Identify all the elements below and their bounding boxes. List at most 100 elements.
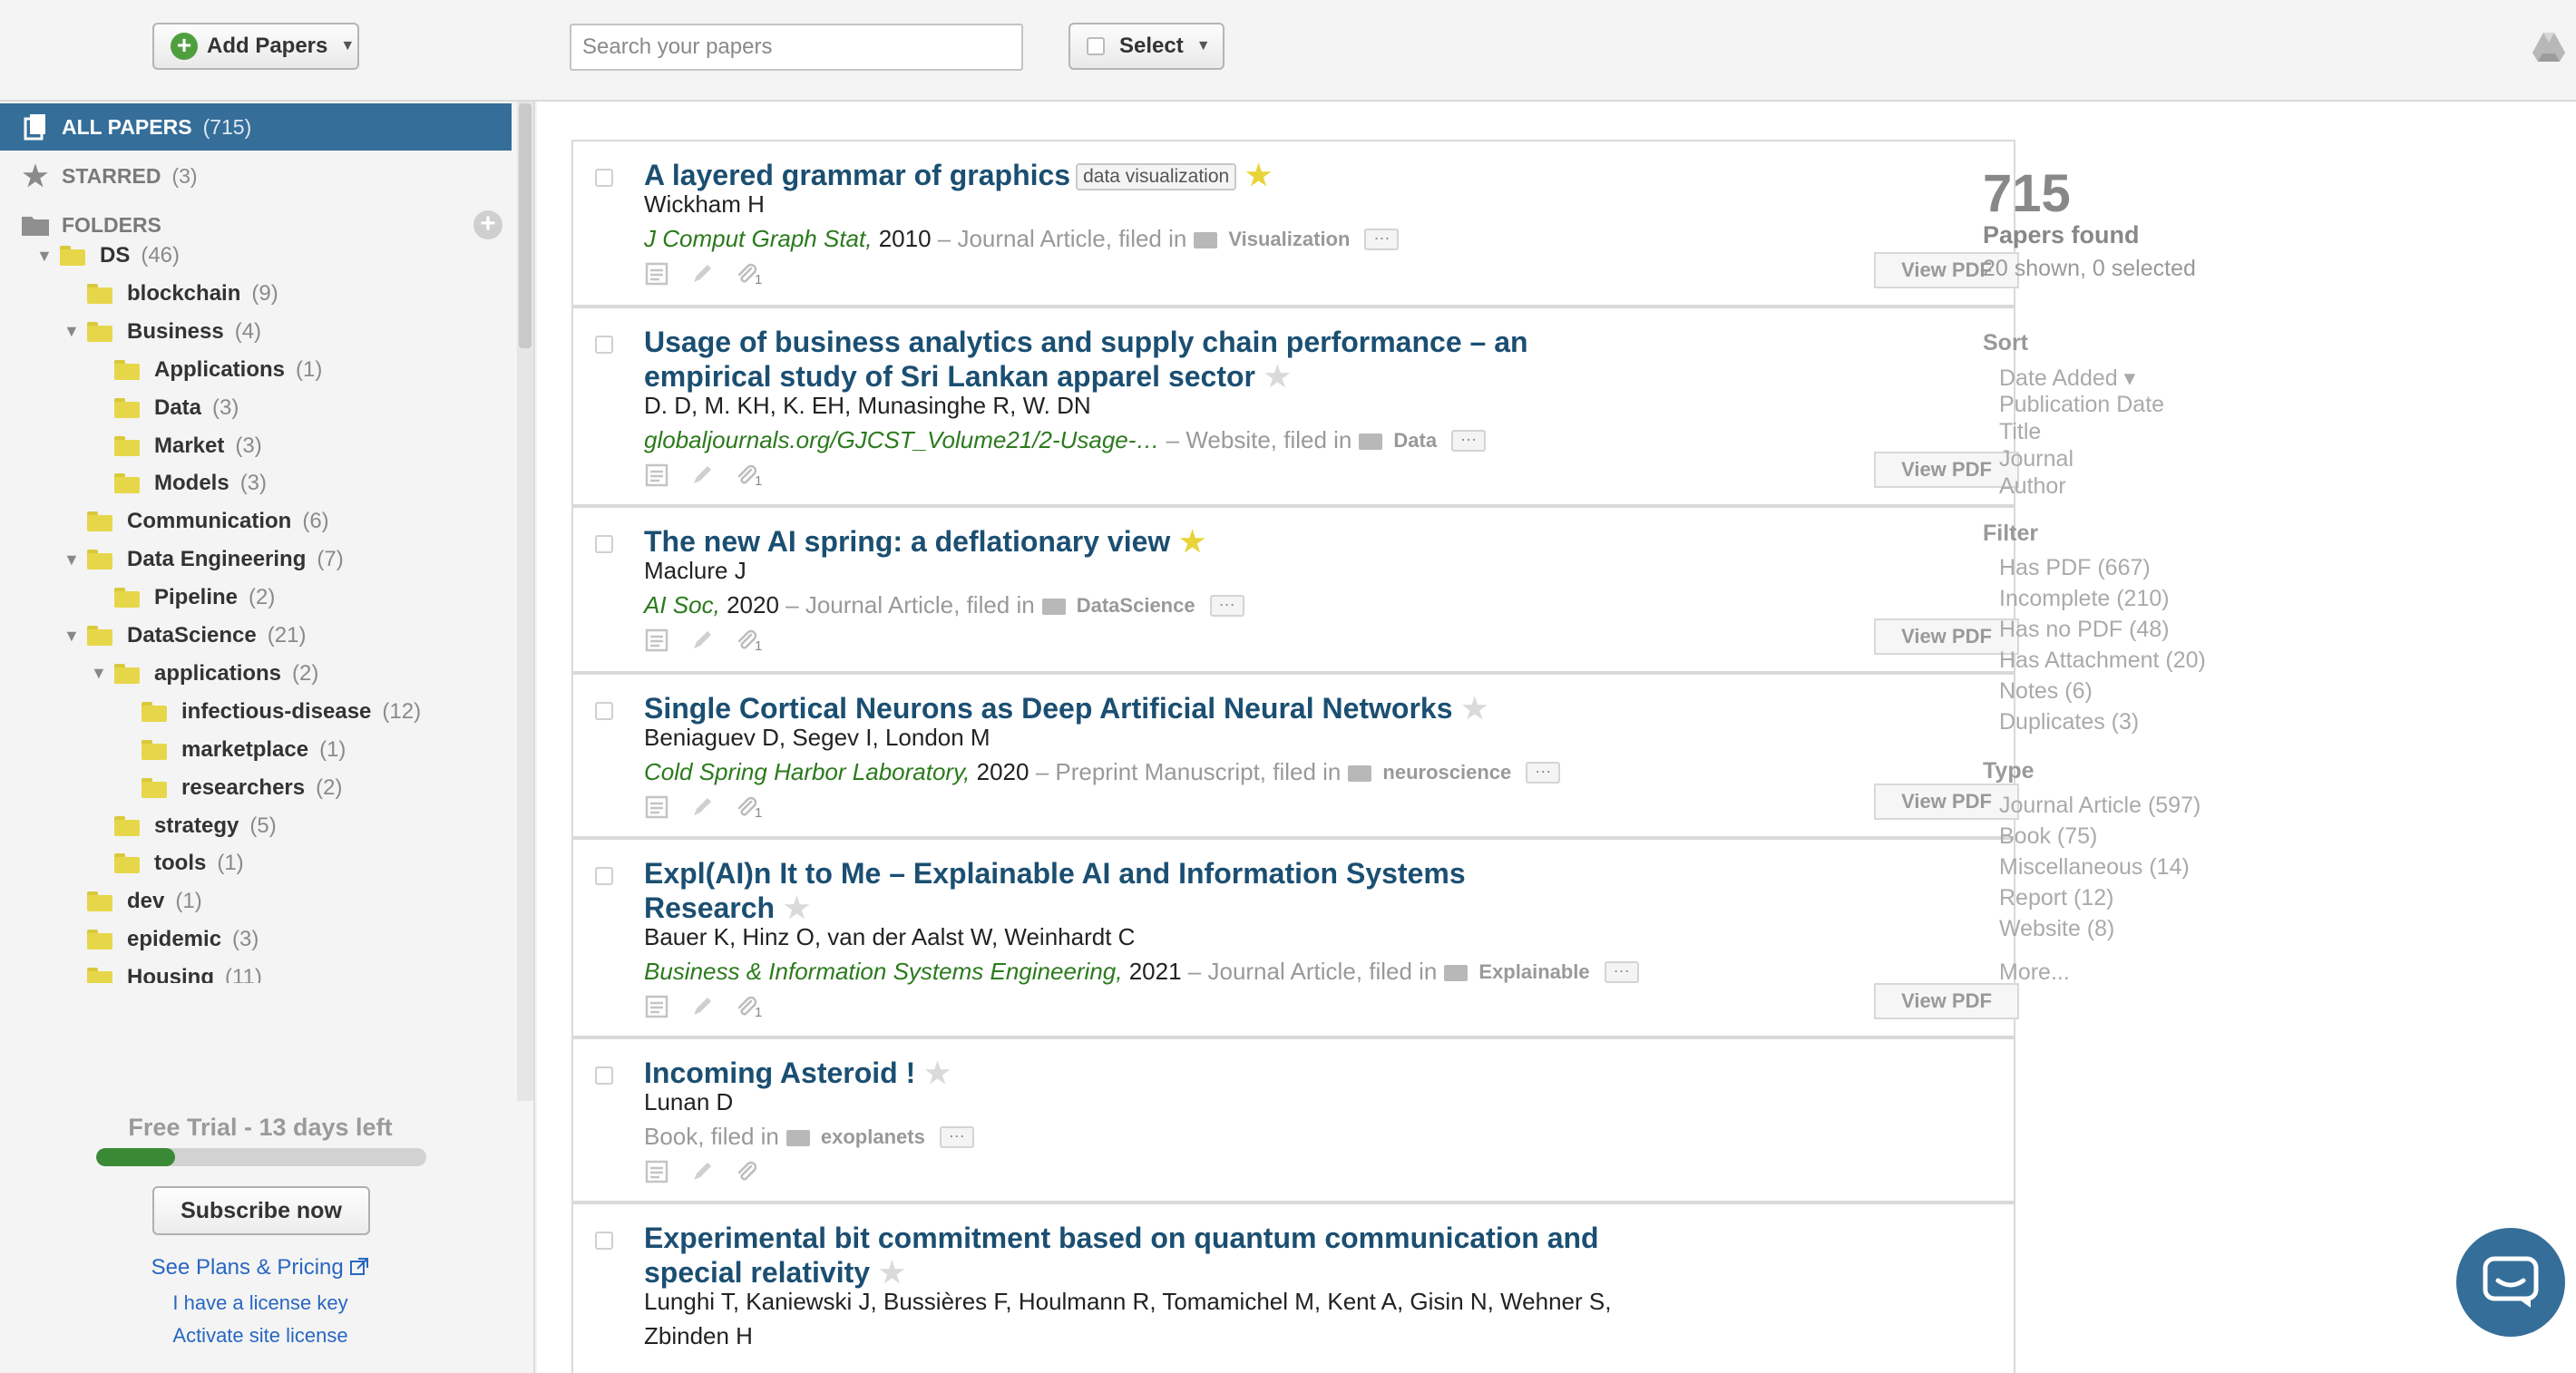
folder-item[interactable]: blockchain (9) — [63, 276, 278, 312]
paper-checkbox[interactable] — [595, 867, 613, 885]
paper-title[interactable]: Experimental bit commitment based on qua… — [644, 1221, 1599, 1255]
folder-item[interactable]: Models (3) — [91, 465, 267, 501]
notes-icon[interactable] — [644, 794, 669, 820]
folder-item[interactable]: epidemic (3) — [63, 921, 259, 958]
paper-card[interactable]: Experimental bit commitment based on qua… — [571, 1203, 2015, 1373]
attachment-icon[interactable]: 1 — [735, 261, 762, 287]
expand-triangle-icon[interactable]: ▼ — [63, 627, 87, 646]
more-options-button[interactable]: ··· — [939, 1125, 974, 1148]
folder-item[interactable]: Housing (11) — [63, 959, 262, 983]
paper-tag[interactable]: data visualization — [1076, 163, 1237, 190]
expand-triangle-icon[interactable]: ▼ — [36, 247, 60, 266]
star-icon[interactable]: ★ — [1264, 360, 1291, 393]
sort-option[interactable]: Author — [1999, 473, 2066, 500]
pencil-icon[interactable] — [689, 1159, 715, 1184]
notes-icon[interactable] — [644, 463, 669, 488]
filter-option[interactable]: Notes (6) — [1999, 678, 2093, 705]
paper-card[interactable]: Single Cortical Neurons as Deep Artifici… — [571, 673, 2019, 838]
paper-folder[interactable]: Visualization — [1228, 228, 1350, 251]
folder-item[interactable]: ▼ Business (4) — [63, 314, 261, 350]
license-key-link[interactable]: I have a license key — [0, 1291, 521, 1315]
paper-folder[interactable]: exoplanets — [821, 1125, 925, 1149]
sort-option[interactable]: Date Added ▾ — [1999, 365, 2135, 392]
more-options-button[interactable]: ··· — [1526, 761, 1561, 784]
paper-title[interactable]: A layered grammar of graphics data visual… — [644, 158, 1272, 192]
type-option[interactable]: Journal Article (597) — [1999, 793, 2200, 819]
sort-option[interactable]: Title — [1999, 419, 2041, 445]
star-icon[interactable]: ★ — [1462, 692, 1488, 725]
view-pdf-button[interactable]: View PDF — [1874, 983, 2019, 1019]
paper-title-line2[interactable]: empirical study of Sri Lankan apparel se… — [644, 359, 1291, 394]
subscribe-button[interactable]: Subscribe now — [152, 1186, 370, 1235]
paper-folder[interactable]: neuroscience — [1382, 761, 1511, 784]
filter-option[interactable]: Incomplete (210) — [1999, 586, 2170, 612]
more-types-link[interactable]: More... — [1999, 959, 2070, 986]
notes-icon[interactable] — [644, 994, 669, 1019]
folder-item[interactable]: Communication (6) — [63, 503, 329, 540]
attachment-icon[interactable] — [735, 1159, 758, 1184]
attachment-icon[interactable]: 1 — [735, 994, 762, 1020]
folder-item[interactable]: ▼ Data Engineering (7) — [63, 541, 344, 578]
filter-option[interactable]: Has PDF (667) — [1999, 555, 2151, 581]
paper-title-line2[interactable]: special relativity ★ — [644, 1255, 905, 1290]
select-button[interactable]: Select ▼ — [1068, 23, 1225, 70]
paper-title[interactable]: Usage of business analytics and supply c… — [644, 325, 1528, 359]
notes-icon[interactable] — [644, 1159, 669, 1184]
pencil-icon[interactable] — [689, 463, 715, 488]
folder-item[interactable]: dev (1) — [63, 883, 202, 920]
more-options-button[interactable]: ··· — [1209, 594, 1244, 617]
site-license-link[interactable]: Activate site license — [0, 1324, 521, 1348]
folder-item[interactable]: researchers (2) — [118, 770, 342, 806]
sort-option[interactable]: Publication Date — [1999, 392, 2164, 418]
sidebar-item-starred[interactable]: ★ STARRED (3) — [0, 152, 512, 200]
more-options-button[interactable]: ··· — [1451, 429, 1487, 452]
folder-item[interactable]: strategy (5) — [91, 808, 277, 844]
folder-item[interactable]: ▼ DS (46) — [36, 238, 180, 274]
google-drive-icon[interactable] — [2531, 29, 2567, 65]
more-options-button[interactable]: ··· — [1364, 228, 1400, 250]
add-folder-icon[interactable]: + — [473, 210, 503, 239]
attachment-icon[interactable]: 1 — [735, 463, 762, 489]
star-icon[interactable]: ★ — [1179, 525, 1205, 558]
expand-triangle-icon[interactable]: ▼ — [63, 322, 87, 341]
type-option[interactable]: Report (12) — [1999, 885, 2113, 911]
notes-icon[interactable] — [644, 628, 669, 653]
star-icon[interactable]: ★ — [879, 1256, 905, 1289]
folder-item[interactable]: Applications (1) — [91, 352, 322, 388]
add-papers-button[interactable]: + Add Papers ▼ — [152, 23, 359, 70]
paper-checkbox[interactable] — [595, 535, 613, 553]
pencil-icon[interactable] — [689, 261, 715, 287]
paper-title[interactable]: The new AI spring: a deflationary view ★ — [644, 524, 1205, 559]
paper-checkbox[interactable] — [595, 1232, 613, 1250]
view-pdf-button[interactable]: View PDF — [1874, 784, 2019, 820]
paper-card[interactable]: Usage of business analytics and supply c… — [571, 307, 2019, 506]
paper-folder[interactable]: DataScience — [1077, 594, 1195, 618]
paper-title-line2[interactable]: Research ★ — [644, 891, 810, 925]
paper-title[interactable]: Expl(AI)n It to Me – Explainable AI and … — [644, 856, 1466, 891]
paper-title[interactable]: Single Cortical Neurons as Deep Artifici… — [644, 691, 1488, 725]
paper-folder[interactable]: Explainable — [1478, 960, 1589, 984]
pencil-icon[interactable] — [689, 794, 715, 820]
expand-triangle-icon[interactable]: ▼ — [63, 550, 87, 570]
notes-icon[interactable] — [644, 261, 669, 287]
view-pdf-button[interactable]: View PDF — [1874, 618, 2019, 655]
paper-card[interactable]: A layered grammar of graphics data visual… — [571, 140, 2019, 307]
paper-card[interactable]: Expl(AI)n It to Me – Explainable AI and … — [571, 838, 2019, 1037]
star-icon[interactable]: ★ — [1245, 159, 1272, 191]
paper-card[interactable]: Incoming Asteroid ! ★ Lunan D Book, filed i… — [571, 1037, 2015, 1203]
expand-triangle-icon[interactable]: ▼ — [91, 664, 114, 683]
type-option[interactable]: Website (8) — [1999, 916, 2114, 942]
search-input[interactable] — [570, 24, 1023, 71]
paper-checkbox[interactable] — [595, 169, 613, 187]
attachment-icon[interactable]: 1 — [735, 628, 762, 654]
filter-option[interactable]: Duplicates (3) — [1999, 709, 2139, 735]
chat-button[interactable] — [2456, 1228, 2565, 1337]
folder-item[interactable]: Data (3) — [91, 390, 239, 426]
folder-item[interactable]: tools (1) — [91, 845, 244, 881]
pencil-icon[interactable] — [689, 628, 715, 653]
folder-item[interactable]: ▼ applications (2) — [91, 656, 318, 692]
sidebar-scroll-thumb[interactable] — [519, 103, 532, 348]
paper-checkbox[interactable] — [595, 1066, 613, 1085]
type-option[interactable]: Book (75) — [1999, 823, 2097, 850]
folder-item[interactable]: Pipeline (2) — [91, 579, 275, 616]
